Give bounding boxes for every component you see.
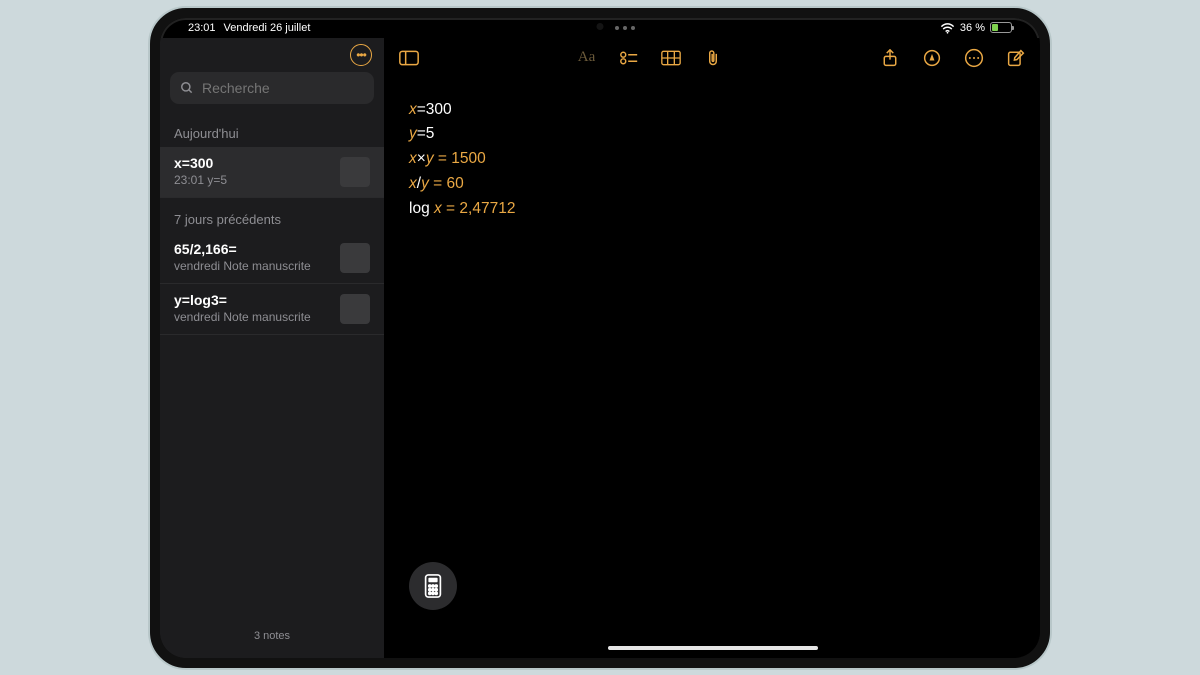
note-list-item[interactable]: 65/2,166= vendredi Note manuscrite (160, 233, 384, 284)
status-bar: 23:01 Vendredi 26 juillet 36 % (160, 18, 1040, 38)
toolbar-more-icon[interactable] (964, 48, 984, 68)
sidebar-more-button[interactable]: ••• (350, 44, 372, 66)
note-list-item[interactable]: y=log3= vendredi Note manuscrite (160, 284, 384, 335)
table-icon[interactable] (661, 48, 681, 68)
note-subtitle: 23:01 y=5 (174, 173, 332, 187)
multitask-dots[interactable] (310, 26, 940, 30)
math-line: x/y = 60 (409, 172, 1016, 197)
battery-fill (992, 24, 998, 31)
text-format-icon[interactable]: Aa (577, 48, 597, 68)
markup-icon[interactable] (922, 48, 942, 68)
math-line: x=300 (409, 98, 1016, 123)
battery-icon (990, 22, 1012, 33)
wifi-icon (940, 23, 955, 34)
editor-toolbar: Aa (385, 38, 1040, 78)
search-icon (180, 81, 194, 95)
note-thumbnail (340, 243, 370, 273)
sidebar-footer-count: 3 notes (160, 620, 384, 658)
search-field[interactable] (170, 72, 374, 104)
checklist-icon[interactable] (619, 48, 639, 68)
status-right: 36 % (940, 22, 1012, 34)
note-title: 65/2,166= (174, 241, 332, 257)
note-editor: Aa (385, 38, 1040, 658)
note-subtitle: vendredi Note manuscrite (174, 259, 332, 273)
panel-toggle-icon[interactable] (399, 48, 419, 68)
note-subtitle: vendredi Note manuscrite (174, 310, 332, 324)
math-line: log x = 2,47712 (409, 197, 1016, 222)
search-input[interactable] (202, 80, 383, 96)
battery-percent: 36 % (960, 22, 985, 34)
notes-sidebar: ••• (160, 38, 385, 658)
note-title: x=300 (174, 155, 332, 171)
home-indicator[interactable] (608, 646, 818, 650)
ipad-device: 23:01 Vendredi 26 juillet 36 % (150, 8, 1050, 668)
status-left: 23:01 Vendredi 26 juillet (188, 22, 310, 34)
math-line: y=5 (409, 122, 1016, 147)
compose-icon[interactable] (1006, 48, 1026, 68)
note-content[interactable]: x=300 y=5 x×y = 1500 x/y = 60 log x = 2,… (385, 78, 1040, 242)
note-thumbnail (340, 294, 370, 324)
share-icon[interactable] (880, 48, 900, 68)
section-header: Aujourd'hui (160, 112, 384, 147)
note-list-item[interactable]: x=300 23:01 y=5 (160, 147, 384, 198)
attachment-icon[interactable] (703, 48, 723, 68)
screen: 23:01 Vendredi 26 juillet 36 % (160, 18, 1040, 658)
calculator-icon (423, 574, 443, 598)
section-header: 7 jours précédents (160, 198, 384, 233)
note-thumbnail (340, 157, 370, 187)
calculator-fab[interactable] (409, 562, 457, 610)
ellipsis-icon: ••• (356, 48, 366, 62)
math-line: x×y = 1500 (409, 147, 1016, 172)
status-date: Vendredi 26 juillet (224, 22, 311, 34)
status-time: 23:01 (188, 22, 216, 34)
note-title: y=log3= (174, 292, 332, 308)
